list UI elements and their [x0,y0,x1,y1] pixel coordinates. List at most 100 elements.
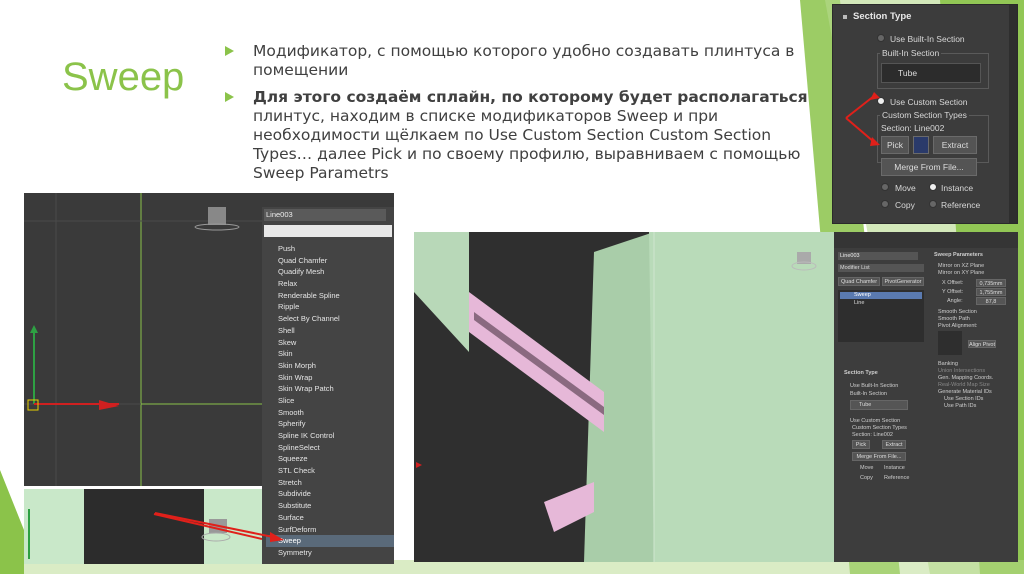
bullet-1-text: Модификатор, с помощью которого удобно с… [253,42,795,79]
modifier-item[interactable]: Symmetry [266,547,394,559]
modifier-item[interactable]: Quad Chamfer [266,255,394,267]
modifier-item[interactable]: Spline IK Control [266,430,394,442]
custom-types-label: Custom Section Types [852,425,907,431]
modifier-item[interactable]: Skin Wrap [266,372,394,384]
mirror-xz-checkbox[interactable]: Mirror on XZ Plane [938,263,984,269]
use-custom-label: Use Custom Section [890,97,968,107]
merge-from-file-button[interactable]: Merge From File... [881,158,977,176]
modifier-annotation-arrow [154,512,284,542]
stack-item-label: Line [854,300,865,306]
modifier-list-select[interactable]: Modifier List [838,264,924,272]
modifier-item[interactable]: Push [266,243,394,255]
modifier-item[interactable]: Relax [266,278,394,290]
command-panel: Line003 Modifier List Quad Chamfer Pivot… [834,232,1018,562]
extract-button[interactable]: Extract [933,136,977,154]
modifier-item[interactable]: Smooth [266,407,394,419]
merge-from-file-button[interactable]: Merge From File... [852,452,906,461]
modifier-item[interactable]: Subdivide [266,488,394,500]
use-builtin-radio[interactable] [877,34,885,42]
section-type-header[interactable]: Section Type [844,370,878,376]
copy-radio[interactable] [881,200,889,208]
modifier-item[interactable]: Renderable Spline [266,290,394,302]
modifier-item[interactable]: Shell [266,325,394,337]
custom-group-label: Custom Section Types [880,110,969,120]
builtin-group-label: Built-In Section [850,391,887,397]
y-offset-spinner[interactable]: 1,755mm [976,288,1006,296]
bullet-1: Модификатор, с помощью которого удобно с… [225,42,825,80]
bullet-arrow-icon [225,92,234,102]
annotation-arrows [845,92,880,146]
move-radio[interactable] [881,183,889,191]
modifier-item[interactable]: Squeeze [266,453,394,465]
gen-material-ids-checkbox[interactable]: Generate Material IDs [938,389,992,395]
pivot-alignment-label: Pivot Alignment: [938,323,978,329]
reference-label[interactable]: Reference [884,475,909,481]
builtin-select[interactable]: Tube [850,400,908,410]
perspective-viewport[interactable] [414,232,834,562]
section-label: Section: Line002 [852,432,893,438]
pivot-alignment-grid[interactable] [938,331,962,355]
stack-item-label: Sweep [854,292,871,298]
x-offset-spinner[interactable]: 0,735mm [976,279,1006,287]
use-custom-label[interactable]: Use Custom Section [850,418,900,424]
gen-mapping-checkbox[interactable]: Gen. Mapping Coords. [938,375,993,381]
use-section-ids-radio[interactable]: Use Section IDs [944,396,983,402]
modifier-list-dropdown[interactable] [264,225,392,237]
mirror-xy-checkbox[interactable]: Mirror on XY Plane [938,270,984,276]
scrollbar[interactable] [1009,5,1017,223]
use-path-ids-radio[interactable]: Use Path IDs [944,403,976,409]
pick-button[interactable]: Pick [852,440,870,449]
modifier-item[interactable]: STL Check [266,465,394,477]
stack-item-sweep[interactable]: Sweep [840,292,922,299]
slide-title: Sweep [62,55,185,99]
pivot-generator-button[interactable]: PivotGenerator [882,277,924,286]
object-name-field[interactable]: Line003 [264,209,386,221]
pick-button[interactable]: Pick [881,136,909,154]
modifier-item[interactable]: Quadify Mesh [266,266,394,278]
top-viewport[interactable] [24,193,262,486]
copy-label[interactable]: Copy [860,475,873,481]
modifier-item[interactable]: Skin Wrap Patch [266,383,394,395]
modifier-item[interactable]: Stretch [266,477,394,489]
viewport-grid [24,193,262,486]
union-checkbox[interactable]: Union Intersections [938,368,985,374]
quad-chamfer-button[interactable]: Quad Chamfer [838,277,880,286]
modifier-item[interactable]: Slice [266,395,394,407]
stack-toolbar[interactable] [838,347,924,357]
copy-label: Copy [895,200,915,210]
panel-tabs[interactable] [834,232,1018,248]
rollout-collapse-icon[interactable] [843,15,847,19]
reference-radio[interactable] [929,200,937,208]
smooth-path-checkbox[interactable]: Smooth Path [938,316,970,322]
builtin-section-select[interactable]: Tube [881,63,981,83]
section-label: Section: Line002 [881,123,945,133]
modifier-item[interactable]: Select By Channel [266,313,394,325]
builtin-group-label: Built-In Section [880,48,942,58]
modifier-item[interactable]: Skin [266,348,394,360]
modifier-item[interactable]: Ripple [266,301,394,313]
extract-button[interactable]: Extract [882,440,906,449]
modifier-stack[interactable]: Sweep Line [838,290,924,342]
banking-checkbox[interactable]: Banking [938,361,958,367]
y-offset-label: Y Offset: [942,289,964,295]
stack-item-line[interactable]: Line [840,300,922,307]
object-name: Line003 [266,210,293,219]
modifier-item[interactable]: SplineSelect [266,442,394,454]
reference-label: Reference [941,200,981,210]
object-name-field[interactable]: Line003 [838,252,918,260]
instance-radio[interactable] [929,183,937,191]
instance-label[interactable]: Instance [884,465,905,471]
use-builtin-label[interactable]: Use Built-In Section [850,383,898,389]
pick-cursor-icon[interactable] [913,136,929,154]
align-pivot-button[interactable]: Align Pivot [968,340,996,348]
modifier-item[interactable]: Skin Morph [266,360,394,372]
sweep-params-header[interactable]: Sweep Parameters [934,252,983,258]
panel-toolbar [262,193,394,207]
angle-spinner[interactable]: 87,8 [976,297,1006,305]
section-type-header[interactable]: Section Type [853,11,911,22]
modifier-item[interactable]: Spherify [266,418,394,430]
move-label[interactable]: Move [860,465,873,471]
real-world-checkbox[interactable]: Real-World Map Size [938,382,990,388]
modifier-item[interactable]: Skew [266,337,394,349]
smooth-section-checkbox[interactable]: Smooth Section [938,309,977,315]
